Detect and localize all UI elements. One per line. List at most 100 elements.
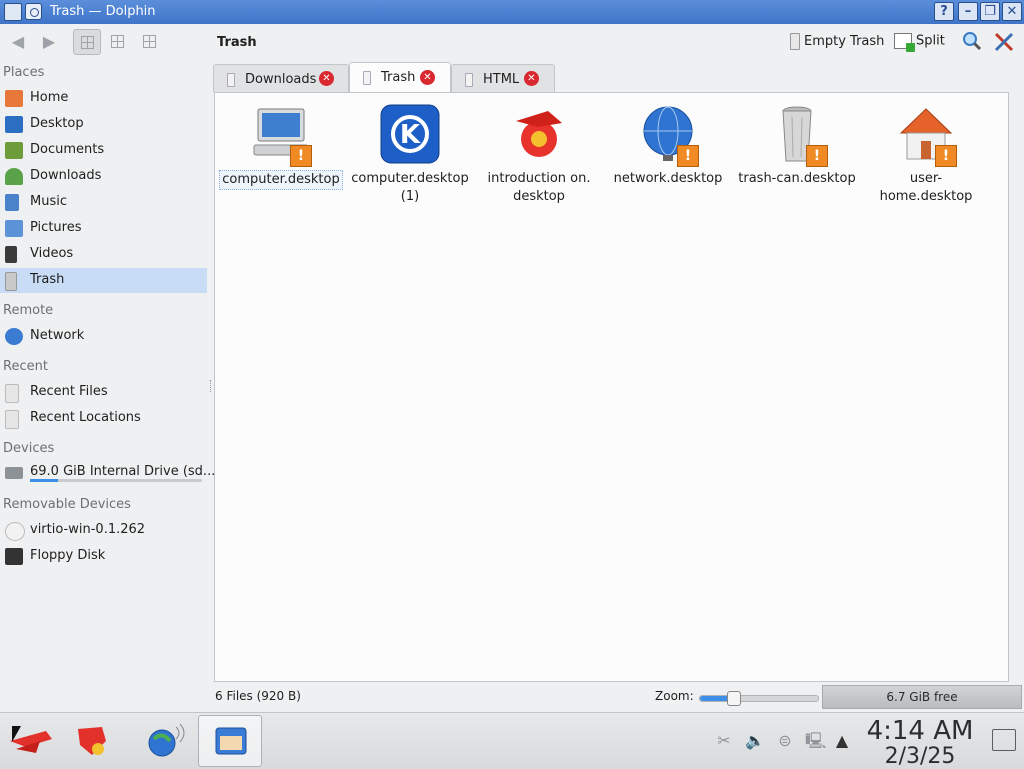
computer-icon: ! [250,103,312,167]
help-button[interactable]: ? [934,2,954,21]
zoom-slider-handle[interactable] [727,691,742,706]
tools-icon [994,32,1014,52]
videos-icon [5,246,17,263]
taskbar-konqi-launcher[interactable] [62,715,126,767]
warning-badge-icon: ! [290,145,312,167]
taskbar-network-launcher[interactable] [134,715,198,767]
sidebar-item-label: Documents [30,142,105,157]
sidebar-item-virtio-win[interactable]: virtio-win-0.1.262 [0,518,207,543]
sidebar-item-label: Desktop [30,116,84,131]
sidebar-item-label: Trash [30,272,65,287]
volume-icon[interactable]: 🔈 [745,731,765,751]
close-button[interactable]: ✕ [1002,2,1022,21]
optical-disc-icon [5,522,25,541]
sidebar-item-pictures[interactable]: Pictures [0,216,207,241]
maximize-button[interactable]: ❐ [980,2,1000,21]
documents-icon [5,142,23,159]
show-desktop-icon[interactable] [992,729,1016,751]
zoom-slider[interactable] [699,691,819,706]
file-name[interactable]: computer.desktop [219,170,343,190]
sidebar-item-label: Recent Files [30,384,108,399]
sidebar-item-videos[interactable]: Videos [0,242,207,267]
dolphin-app-icon[interactable] [4,3,22,21]
file-item[interactable]: ! network.desktop [606,103,730,188]
keep-above-icon[interactable] [25,3,42,20]
file-item[interactable]: ! user-home.desktop [864,103,988,206]
tab-trash[interactable]: Trash ✕ [349,62,451,93]
close-tab-icon[interactable]: ✕ [524,71,539,86]
sidebar-item-internal-drive[interactable]: 69.0 GiB Internal Drive (sd... [0,460,215,485]
sidebar-item-desktop[interactable]: Desktop [0,112,207,137]
sidebar-item-recent-locations[interactable]: Recent Locations [0,406,207,431]
folder-icon [227,73,235,87]
sidebar-item-documents[interactable]: Documents [0,138,207,163]
sidebar-item-label: Music [30,194,67,209]
window-title: Trash — Dolphin [50,4,156,19]
sidebar-item-home[interactable]: Home [0,86,207,111]
warning-badge-icon: ! [677,145,699,167]
file-view[interactable]: ! computer.desktop K computer.desktop (1… [214,92,1009,682]
network-globe-icon [148,723,185,757]
updates-icon[interactable]: ⊜ [775,731,795,751]
places-section-label: Places [3,65,45,80]
file-item[interactable]: introduction on. desktop [477,103,601,206]
file-item[interactable]: ! computer.desktop [219,103,343,190]
tab-html[interactable]: HTML ✕ [451,64,555,92]
sidebar-item-label: Network [30,328,85,343]
warning-badge-icon: ! [935,145,957,167]
sidebar-item-floppy-disk[interactable]: Floppy Disk [0,544,207,569]
file-item[interactable]: ! trash-can.desktop [735,103,859,188]
file-name[interactable]: user-home.desktop [864,170,988,206]
sidebar-item-label: 69.0 GiB Internal Drive (sd... [30,464,216,479]
tab-label: Downloads [245,72,317,87]
network-globe-icon [5,328,23,345]
location-breadcrumb[interactable]: Trash [217,35,257,50]
expand-tray-icon[interactable]: ▲ [832,731,852,751]
recent-files-icon [5,384,19,403]
split-button[interactable]: Split [894,33,945,52]
application-launcher[interactable] [0,715,64,767]
removable-section-label: Removable Devices [3,497,131,512]
drive-usage-bar [30,479,202,482]
taskbar-dolphin-window[interactable] [198,715,262,767]
split-view-icon [894,33,915,52]
control-menu-button[interactable] [993,31,1015,57]
icons-view-button[interactable] [73,29,101,55]
sidebar-item-music[interactable]: Music [0,190,207,215]
tab-bar: Downloads ✕ Trash ✕ HTML ✕ [213,62,1024,93]
file-item[interactable]: K computer.desktop (1) [348,103,472,206]
file-name[interactable]: network.desktop [606,170,730,188]
free-space-label: 6.7 GiB free [886,690,958,704]
sidebar-item-downloads[interactable]: Downloads [0,164,207,189]
close-tab-icon[interactable]: ✕ [420,70,435,85]
sidebar-item-network[interactable]: Network [0,324,207,349]
panel-resize-handle[interactable] [210,380,213,392]
free-space-indicator[interactable]: 6.7 GiB free [822,685,1022,709]
clipboard-scissors-icon[interactable]: ✂ [714,731,734,751]
search-button[interactable] [962,31,982,55]
trash-icon [363,71,371,85]
sidebar-item-recent-files[interactable]: Recent Files [0,380,207,405]
close-tab-icon[interactable]: ✕ [319,71,334,86]
sidebar-item-label: Home [30,90,69,105]
minimize-button[interactable]: – [958,2,978,21]
network-globe-icon: ! [637,103,699,167]
compact-view-button[interactable] [104,29,132,55]
sidebar-item-trash[interactable]: Trash [0,268,207,293]
forward-arrow-icon[interactable]: ▶ [41,34,57,50]
file-name[interactable]: computer.desktop (1) [348,170,472,206]
sidebar-item-label: Floppy Disk [30,548,106,563]
sidebar-item-label: Pictures [30,220,82,235]
tab-downloads[interactable]: Downloads ✕ [213,64,349,92]
empty-trash-button[interactable]: Empty Trash [790,33,884,50]
music-icon [5,194,19,211]
back-arrow-icon[interactable]: ◀ [10,34,26,50]
details-view-button[interactable] [136,29,164,55]
file-name[interactable]: trash-can.desktop [735,170,859,188]
file-name[interactable]: introduction on. desktop [477,170,601,206]
user-home-icon: ! [895,103,957,167]
network-status-icon[interactable]: 🖳 [805,731,826,751]
taskbar: ✂ 🔈 ⊜ 🖳 ▲ 4:14 AM 2/3/25 [0,712,1024,769]
digital-clock[interactable]: 4:14 AM 2/3/25 [858,717,982,769]
trash-icon [790,33,800,50]
